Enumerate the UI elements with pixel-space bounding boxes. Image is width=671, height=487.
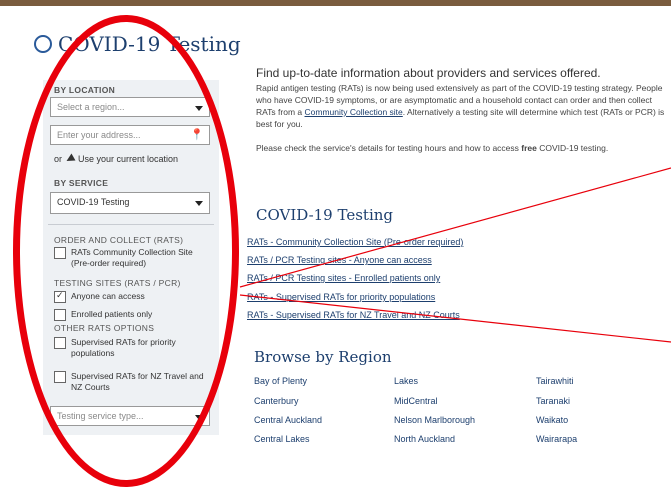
annotation-line xyxy=(239,167,671,288)
annotation-lines xyxy=(239,167,671,343)
annotation-line xyxy=(239,294,671,343)
